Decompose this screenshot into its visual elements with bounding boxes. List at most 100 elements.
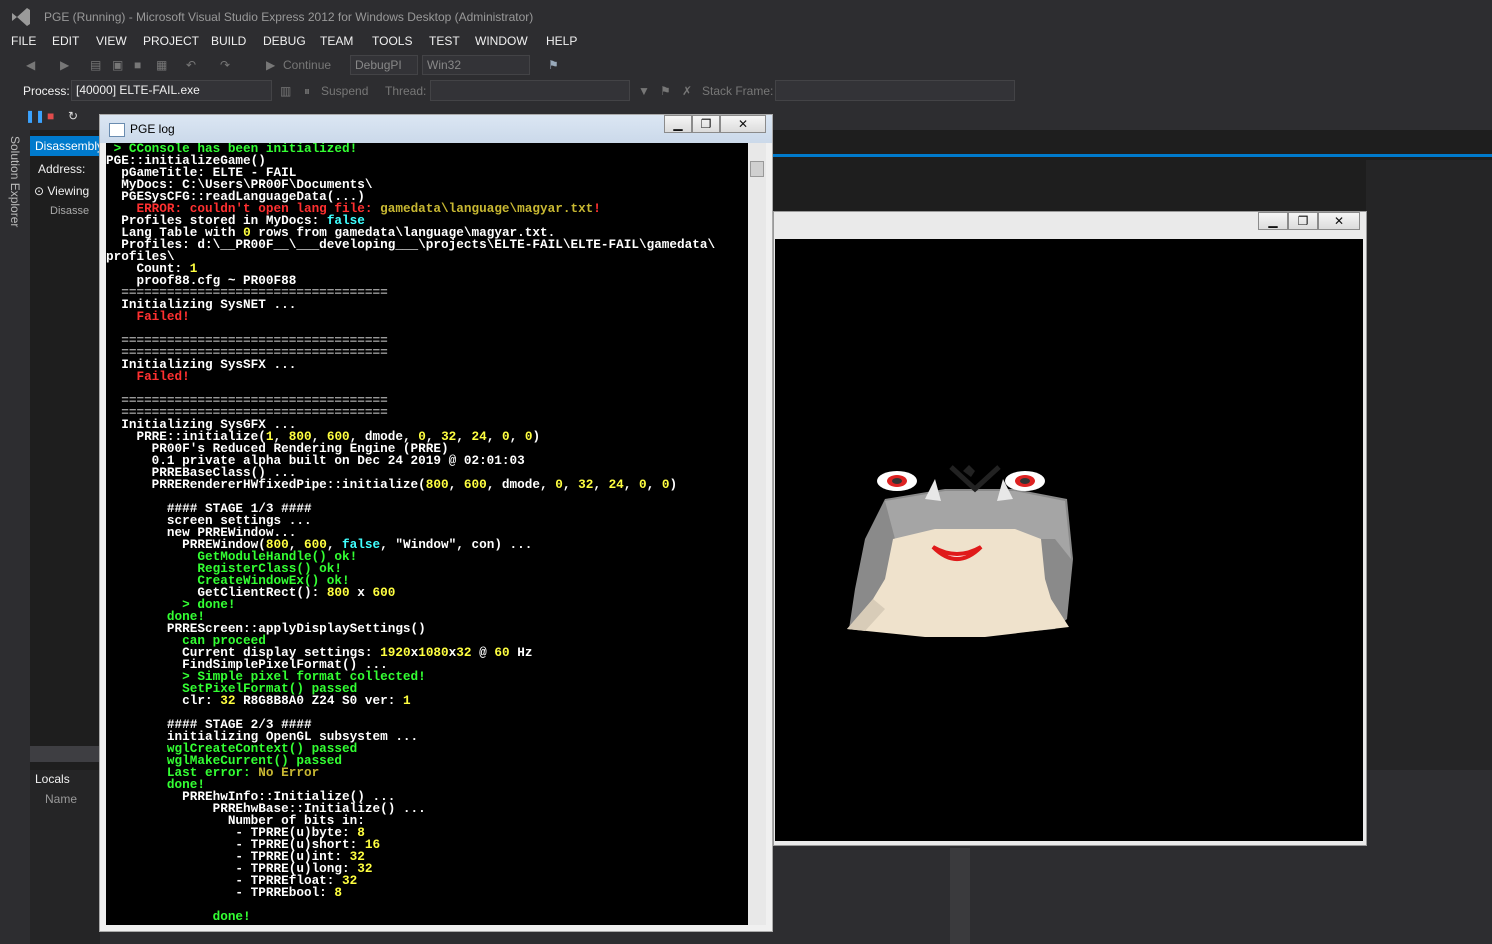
log-minimize-button[interactable]: ▁ — [664, 115, 692, 133]
locals-name-column[interactable]: Name — [45, 792, 77, 806]
console-segment: , — [562, 477, 579, 492]
attach-process-icon[interactable]: ⚑ — [548, 59, 560, 71]
console-segment: ) — [532, 429, 541, 444]
console-scrollbar-thumb[interactable] — [750, 161, 764, 177]
menu-project[interactable]: PROJECT — [143, 34, 199, 48]
console-segment: 32 — [342, 873, 358, 888]
break-all-icon[interactable]: ❚❚ — [25, 110, 45, 122]
console-segment: Failed! — [106, 369, 190, 384]
menu-test[interactable]: TEST — [429, 34, 460, 48]
console-output[interactable]: > CConsole has been initialized! PGE::ini… — [106, 143, 748, 925]
bottom-panel — [774, 848, 1492, 944]
tab-strip-accent — [772, 154, 1492, 157]
console-line: clr: 32 R8G8B8A0 Z24 S0 ver: 1 — [106, 693, 748, 708]
console-line: PRRERendererHWfixedPipe::initialize(800,… — [106, 477, 748, 492]
menu-file[interactable]: FILE — [11, 34, 36, 48]
console-line: Failed! — [106, 309, 748, 324]
menu-help[interactable]: HELP — [546, 34, 577, 48]
thread-select[interactable] — [430, 80, 630, 101]
menu-window[interactable]: WINDOW — [475, 34, 528, 48]
flag-icon[interactable]: ⚑ — [660, 85, 672, 97]
menu-edit[interactable]: EDIT — [52, 34, 79, 48]
stack-frame-select[interactable] — [775, 80, 1015, 101]
stop-icon[interactable]: ■ — [47, 110, 59, 122]
new-project-icon[interactable]: ▤ — [90, 59, 102, 71]
restart-icon[interactable]: ↻ — [68, 110, 80, 122]
process-select[interactable]: [40000] ELTE-FAIL.exe — [71, 80, 272, 101]
console-segment: 32 — [357, 861, 373, 876]
console-segment: x — [349, 585, 373, 600]
console-line: profiles\ — [106, 250, 748, 263]
console-segment: - TPRREbool: — [106, 885, 335, 900]
log-maximize-button[interactable]: ❐ — [692, 115, 720, 133]
game-maximize-button[interactable]: ❐ — [1288, 212, 1318, 230]
console-segment: 0 — [555, 477, 563, 492]
game-canvas[interactable] — [775, 239, 1363, 841]
console-segment: 24 — [608, 477, 624, 492]
console-segment: , — [623, 477, 640, 492]
console-segment: , — [448, 477, 464, 492]
menu-tools[interactable]: TOOLS — [372, 34, 412, 48]
locals-title[interactable]: Locals — [35, 772, 70, 786]
menu-view[interactable]: VIEW — [96, 34, 127, 48]
tab-disassembly[interactable]: Disassembly — [30, 136, 103, 156]
console-segment: 32 — [220, 693, 236, 708]
console-segment: clr: — [106, 693, 221, 708]
log-close-button[interactable]: ✕ — [720, 115, 766, 133]
viewing-options[interactable]: ⊙ Viewing — [34, 184, 89, 198]
solution-explorer-tab[interactable]: Solution Explorer — [8, 136, 22, 227]
flag-off-icon[interactable]: ✗ — [682, 85, 694, 97]
console-segment: 800 — [425, 477, 449, 492]
redo-icon[interactable]: ↷ — [220, 59, 232, 71]
console-segment: 0 — [502, 429, 510, 444]
suspend-icon[interactable]: ⏸ — [304, 85, 316, 97]
menu-debug[interactable]: DEBUG — [263, 34, 306, 48]
console-segment: , dmode, — [486, 477, 556, 492]
snail-character-render — [847, 465, 1073, 637]
forward-icon[interactable]: ▶ — [60, 59, 72, 71]
pge-log-window: PGE log ▁ ❐ ✕ > CConsole has been initia… — [99, 114, 773, 932]
console-segment: , — [486, 429, 502, 444]
horizontal-scrollbar[interactable] — [30, 746, 100, 762]
console-segment: 16 — [364, 837, 381, 852]
console-segment: ! — [593, 201, 601, 216]
console-segment: 8 — [334, 885, 343, 900]
solution-config-select[interactable]: DebugPI — [350, 55, 418, 75]
console-segment: 32 — [456, 645, 472, 660]
console-segment: 60 — [494, 645, 510, 660]
right-doc-area — [1366, 160, 1492, 770]
game-close-button[interactable]: ✕ — [1318, 212, 1360, 230]
console-segment: Profiles: d:\__PR00F__\___developing___\… — [106, 237, 716, 252]
thread-icon[interactable]: ▥ — [280, 85, 292, 97]
continue-icon[interactable]: ▶ — [266, 59, 278, 71]
disassembly-text: Disasse — [50, 205, 90, 217]
thread-label: Thread: — [385, 84, 427, 98]
continue-button[interactable]: Continue — [283, 58, 331, 72]
console-scrollbar[interactable] — [748, 143, 766, 925]
console-segment: ) — [669, 477, 678, 492]
title-bar: PGE (Running) - Microsoft Visual Studio … — [0, 0, 1492, 32]
game-minimize-button[interactable]: ▁ — [1258, 212, 1288, 230]
console-segment: , — [646, 477, 662, 492]
menu-team[interactable]: TEAM — [320, 34, 353, 48]
console-line: - TPRREbool: 8 — [106, 885, 748, 900]
undo-icon[interactable]: ↶ — [186, 59, 198, 71]
platform-select[interactable]: Win32 — [422, 55, 530, 75]
address-label: Address: — [38, 162, 86, 176]
save-all-icon[interactable]: ▦ — [156, 59, 168, 71]
console-line: Initializing SysSFX ... — [106, 358, 748, 371]
log-title-bar[interactable]: PGE log ▁ ❐ ✕ — [100, 115, 772, 143]
save-icon[interactable]: ■ — [134, 59, 146, 71]
console-segment: 32 — [578, 477, 594, 492]
open-file-icon[interactable]: ▣ — [112, 59, 124, 71]
suspend-button[interactable]: Suspend — [321, 84, 368, 98]
process-label: Process: — [23, 84, 70, 98]
back-icon[interactable]: ◀ — [26, 59, 38, 71]
console-segment: Failed! — [106, 309, 190, 324]
window-title: PGE (Running) - Microsoft Visual Studio … — [44, 10, 534, 24]
expand-icon[interactable]: ⊙ — [34, 184, 47, 198]
menu-build[interactable]: BUILD — [211, 34, 246, 48]
filter-icon[interactable]: ▼ — [638, 85, 650, 97]
visual-studio-logo-icon — [12, 8, 30, 26]
console-segment: 800 — [326, 585, 350, 600]
